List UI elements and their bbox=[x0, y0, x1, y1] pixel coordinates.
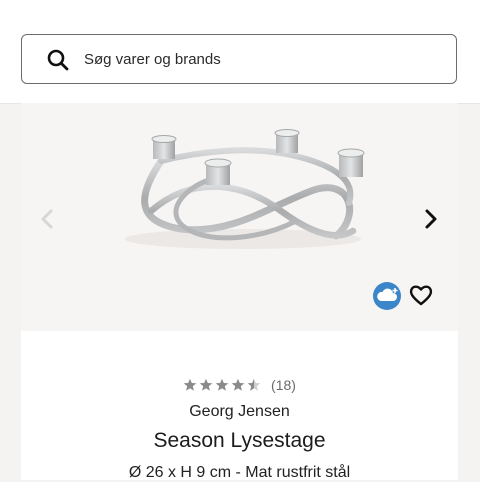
star-icon bbox=[215, 378, 229, 391]
product-card: (18) Georg Jensen Season Lysestage Ø 26 … bbox=[21, 103, 458, 481]
star-icon bbox=[199, 378, 213, 391]
product-name[interactable]: Season Lysestage bbox=[21, 429, 458, 453]
top-bar bbox=[0, 0, 480, 104]
star-icon bbox=[231, 378, 245, 391]
product-info: (18) Georg Jensen Season Lysestage Ø 26 … bbox=[21, 331, 458, 481]
chevron-right-icon[interactable] bbox=[419, 205, 443, 233]
product-brand[interactable]: Georg Jensen bbox=[21, 403, 458, 421]
search-input[interactable] bbox=[84, 35, 444, 83]
star-icon bbox=[247, 378, 261, 391]
product-description: Ø 26 x H 9 cm - Mat rustfrit stål bbox=[128, 464, 351, 481]
heart-icon[interactable] bbox=[408, 282, 434, 308]
product-gallery[interactable] bbox=[21, 103, 458, 331]
chevron-left-icon[interactable] bbox=[35, 205, 59, 233]
cloud-plus-icon[interactable] bbox=[373, 282, 401, 310]
search-bar[interactable] bbox=[21, 34, 457, 84]
product-image bbox=[125, 129, 365, 249]
rating-stars bbox=[183, 378, 261, 392]
search-icon[interactable] bbox=[46, 48, 70, 72]
star-icon bbox=[183, 378, 197, 391]
rating[interactable]: (18) bbox=[21, 375, 458, 395]
review-count: (18) bbox=[271, 377, 296, 393]
